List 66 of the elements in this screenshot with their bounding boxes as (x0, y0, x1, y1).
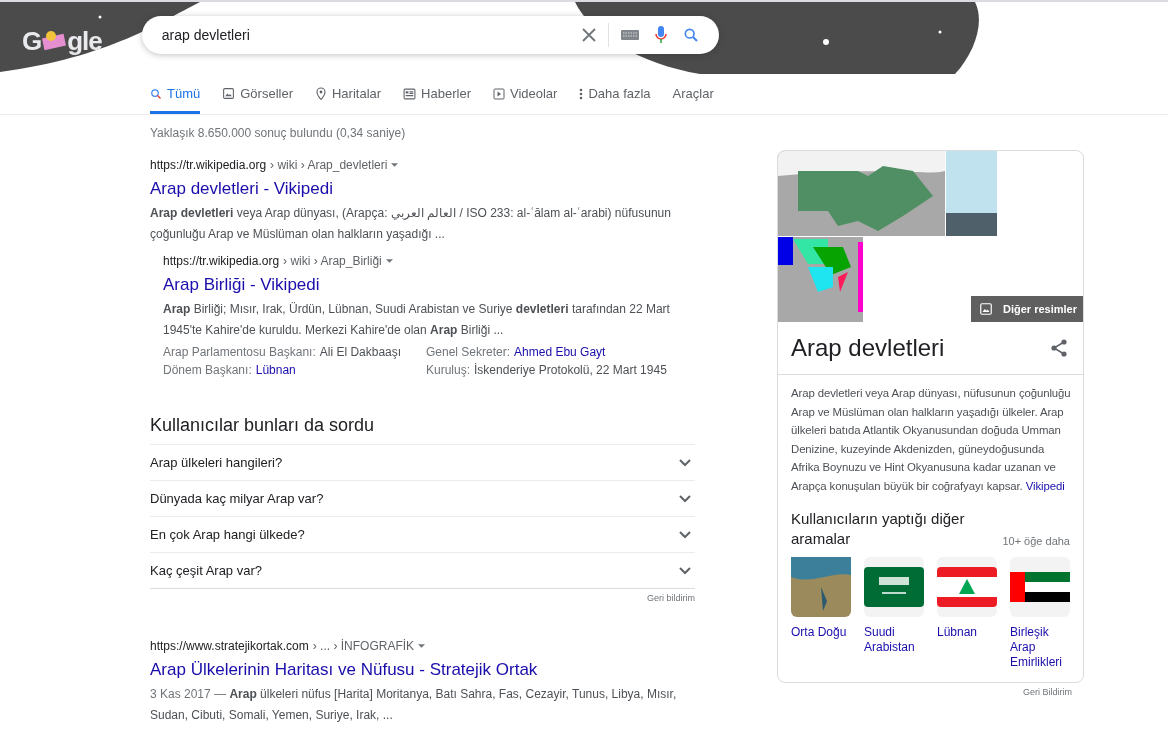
related-heading: Kullanıcıların yaptığı diğer aramalar (791, 509, 966, 549)
related-search-item[interactable]: Orta Doğu (791, 557, 851, 670)
question-row[interactable]: Kaç çeşit Arap var? (150, 552, 695, 588)
related-search-item[interactable]: Suudi Arabistan (864, 557, 924, 670)
search-tab[interactable]: Haritalar (315, 86, 382, 114)
result-url[interactable]: https://www.stratejikortak.com › ... › İNFOGRAFİK (150, 637, 695, 655)
tools-link[interactable]: Araçlar (672, 86, 714, 114)
question-row[interactable]: Dünyada kaç milyar Arap var? (150, 480, 695, 516)
landscape-photo-placeholder (791, 557, 851, 617)
search-tab[interactable]: Daha fazla (579, 86, 651, 114)
questions-heading: Kullanıcılar bunları da sordu (150, 415, 376, 436)
map-drawing[interactable] (778, 151, 945, 236)
search-tab[interactable]: Tümü (150, 86, 201, 114)
fact-value: Ali El Dakbaaşı (319, 344, 402, 361)
caret-icon[interactable] (418, 644, 426, 648)
search-field[interactable]: arap devletleri (159, 26, 574, 44)
result-snippet: Arap Birliği; Mısır, Irak, Ürdün, Lübnan, Suudi Arabistan ve Suriye devletleri tarafından 22 Mart 1945'te Kahire'de kuruldu. Merkezi Kahire'de olan Arap Birliği ... (163, 301, 671, 339)
fact-label: Kuruluş: (426, 362, 471, 379)
fact-value: İskenderiye Protokolü, 22 Mart 1945 (474, 362, 667, 379)
image-icon (979, 302, 993, 316)
panel-description: Arap devletleri veya Arap dünyası, nüfusunun çoğunluğu Arap ve Müslüman olan halkların yaşadığı ülkeler. Arap ülkeleri batıda Atlantik Okyanusundan doğuda Umman Denizine, kuzeyinde Akdenizden, güneydoğusunda Afrika Boynuzu ve Hint Okyanusuna kadar uzanan ve Arapça konuşulan büyük bir coğrafyayı kapsar. Vikipedi (790, 386, 1072, 494)
chevron-down-icon[interactable] (679, 566, 691, 575)
result-url[interactable]: https://tr.wikipedia.org › wiki › Arap_devletleri (150, 156, 695, 174)
fact-link[interactable]: Lübnan (255, 361, 296, 379)
feedback-link[interactable]: Geri Bildirim (1023, 687, 1072, 697)
more-images-button[interactable]: Diğer resimler (971, 296, 1083, 322)
newspaper-icon (403, 87, 417, 100)
result-title[interactable]: Arap Ülkelerinin Haritası ve Nüfusu - Stratejik Ortak (150, 657, 695, 683)
caret-icon[interactable] (391, 163, 399, 167)
question-row[interactable]: En çok Arap hangi ülkede? (150, 516, 695, 552)
share-icon[interactable] (1051, 339, 1067, 357)
flag-drawing (864, 557, 924, 617)
related-search-item[interactable]: Lübnan (937, 557, 997, 670)
related-search-item[interactable]: Birleşik Arap Emirlikleri (1010, 557, 1070, 670)
map-pin-icon (315, 86, 327, 101)
search-icon (150, 87, 162, 100)
play-icon (492, 87, 505, 100)
result-title[interactable]: Arap Birliği - Vikipedi (163, 272, 695, 298)
source-link[interactable]: Vikipedi (1025, 479, 1065, 492)
flag-drawing (1010, 557, 1070, 617)
result-title[interactable]: Arap devletleri - Vikipedi (150, 176, 695, 202)
chevron-down-icon[interactable] (679, 458, 691, 467)
more-icon (579, 87, 584, 100)
image-icon (222, 87, 236, 100)
feedback-link[interactable]: Geri bildirim (647, 593, 695, 603)
search-tab[interactable]: Görseller (222, 86, 293, 114)
search-tab[interactable]: Videolar (492, 86, 558, 114)
question-row[interactable]: Arap ülkeleri hangileri? (150, 444, 695, 480)
panel-title: Arap devletleri (791, 334, 945, 362)
fact-label: Dönem Başkanı: (163, 362, 252, 379)
result-url[interactable]: https://tr.wikipedia.org › wiki › Arap_Birliği (163, 252, 695, 270)
fact-label: Genel Sekreter: (426, 344, 511, 361)
search-tab[interactable]: Haberler (403, 86, 471, 114)
map-drawing[interactable] (778, 237, 863, 322)
more-items-link[interactable]: 10+ öğe daha (1002, 535, 1070, 549)
fact-link[interactable]: Ahmed Ebu Gayt (514, 343, 606, 361)
infographic-placeholder[interactable] (946, 151, 997, 236)
result-stats: Yaklaşık 8.650.000 sonuç bulundu (0,34 saniye) (150, 125, 407, 142)
search-bar[interactable]: arap devletleri (141, 16, 719, 54)
flag-drawing (937, 557, 997, 617)
fact-label: Arap Parlamentosu Başkanı: (163, 344, 316, 361)
chevron-down-icon[interactable] (679, 530, 691, 539)
google-doodle-logo[interactable]: G gle (22, 25, 102, 57)
caret-icon[interactable] (385, 259, 393, 263)
result-snippet: 3 Kas 2017 — Arap ülkeleri nüfus [Harita] Moritanya, Batı Sahra, Fas, Cezayir, Tunus, Libya, Mısır, Sudan, Cibuti, Somali, Yemen, Suriye, Irak, ... (150, 686, 678, 724)
chevron-down-icon[interactable] (679, 494, 691, 503)
